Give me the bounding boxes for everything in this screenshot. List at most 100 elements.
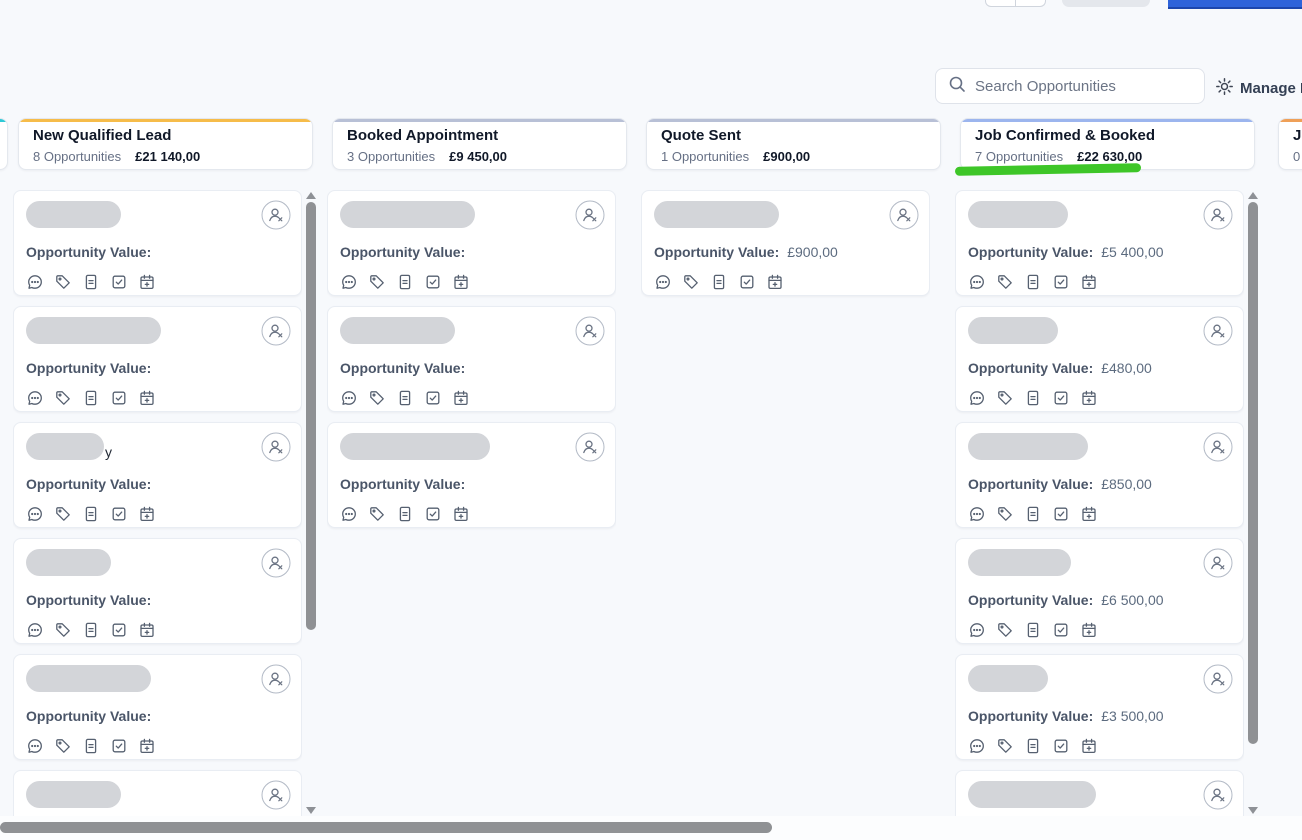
check-square-icon[interactable] — [1052, 737, 1070, 755]
user-x-icon[interactable] — [1203, 200, 1233, 230]
scroll-up-arrow-icon[interactable] — [1248, 192, 1258, 199]
calendar-plus-icon[interactable] — [138, 273, 156, 291]
user-x-icon[interactable] — [1203, 316, 1233, 346]
search-input[interactable] — [975, 78, 1192, 95]
user-x-icon[interactable] — [261, 432, 291, 462]
scroll-up-arrow-icon[interactable] — [306, 192, 316, 199]
check-square-icon[interactable] — [110, 273, 128, 291]
tag-icon[interactable] — [996, 621, 1014, 639]
user-x-icon[interactable] — [261, 780, 291, 810]
check-square-icon[interactable] — [424, 505, 442, 523]
user-x-icon[interactable] — [261, 664, 291, 694]
user-x-icon[interactable] — [261, 316, 291, 346]
calendar-plus-icon[interactable] — [138, 621, 156, 639]
check-square-icon[interactable] — [1052, 621, 1070, 639]
file-text-icon[interactable] — [396, 273, 414, 291]
message-icon[interactable] — [26, 737, 44, 755]
tag-icon[interactable] — [368, 505, 386, 523]
tag-icon[interactable] — [368, 389, 386, 407]
tag-icon[interactable] — [54, 621, 72, 639]
user-x-icon[interactable] — [575, 200, 605, 230]
calendar-plus-icon[interactable] — [1080, 273, 1098, 291]
check-square-icon[interactable] — [110, 505, 128, 523]
user-x-icon[interactable] — [889, 200, 919, 230]
calendar-plus-icon[interactable] — [766, 273, 784, 291]
partial-gray-button[interactable] — [1062, 0, 1150, 7]
column-scrollbar-thumb[interactable] — [1248, 202, 1258, 744]
calendar-plus-icon[interactable] — [138, 737, 156, 755]
check-square-icon[interactable] — [424, 389, 442, 407]
opportunity-card[interactable]: Opportunity Value: — [13, 538, 302, 644]
opportunity-card[interactable]: Opportunity Value: — [327, 306, 616, 412]
file-text-icon[interactable] — [396, 389, 414, 407]
search-opportunities-box[interactable] — [935, 68, 1205, 104]
check-square-icon[interactable] — [424, 273, 442, 291]
message-icon[interactable] — [968, 737, 986, 755]
tag-icon[interactable] — [54, 737, 72, 755]
column-header[interactable]: Booked Appointment 3 Opportunities£9 450… — [332, 118, 627, 170]
check-square-icon[interactable] — [110, 389, 128, 407]
calendar-plus-icon[interactable] — [1080, 621, 1098, 639]
file-text-icon[interactable] — [82, 273, 100, 291]
tag-icon[interactable] — [682, 273, 700, 291]
partial-split-button[interactable] — [985, 0, 1046, 7]
file-text-icon[interactable] — [1024, 621, 1042, 639]
opportunity-card[interactable]: Opportunity Value:£5 400,00 — [955, 190, 1244, 296]
column-scrollbar-thumb[interactable] — [306, 202, 316, 630]
scroll-down-arrow-icon[interactable] — [306, 807, 316, 814]
user-x-icon[interactable] — [1203, 548, 1233, 578]
file-text-icon[interactable] — [1024, 273, 1042, 291]
check-square-icon[interactable] — [738, 273, 756, 291]
opportunity-card[interactable]: Opportunity Value: — [327, 422, 616, 528]
message-icon[interactable] — [26, 621, 44, 639]
calendar-plus-icon[interactable] — [138, 389, 156, 407]
calendar-plus-icon[interactable] — [1080, 389, 1098, 407]
user-x-icon[interactable] — [575, 432, 605, 462]
column-scrollbar[interactable] — [1247, 190, 1259, 816]
file-text-icon[interactable] — [1024, 389, 1042, 407]
tag-icon[interactable] — [54, 389, 72, 407]
column-header[interactable] — [0, 118, 8, 170]
column-header[interactable]: Job 0 Op — [1278, 118, 1302, 170]
tag-icon[interactable] — [996, 389, 1014, 407]
user-x-icon[interactable] — [1203, 664, 1233, 694]
check-square-icon[interactable] — [110, 621, 128, 639]
check-square-icon[interactable] — [1052, 389, 1070, 407]
user-x-icon[interactable] — [575, 316, 605, 346]
message-icon[interactable] — [654, 273, 672, 291]
tag-icon[interactable] — [996, 273, 1014, 291]
calendar-plus-icon[interactable] — [1080, 737, 1098, 755]
user-x-icon[interactable] — [1203, 780, 1233, 810]
check-square-icon[interactable] — [1052, 273, 1070, 291]
opportunity-card[interactable]: Opportunity Value:£900,00 — [641, 190, 930, 296]
message-icon[interactable] — [968, 621, 986, 639]
message-icon[interactable] — [340, 505, 358, 523]
file-text-icon[interactable] — [82, 737, 100, 755]
scroll-down-arrow-icon[interactable] — [1248, 807, 1258, 814]
column-header[interactable]: Quote Sent 1 Opportunities£900,00 — [646, 118, 941, 170]
opportunity-card[interactable]: Opportunity Value:£3 500,00 — [955, 654, 1244, 760]
opportunity-card[interactable]: Opportunity Value: — [327, 190, 616, 296]
opportunity-card[interactable]: Opportunity Value:£480,00 — [955, 306, 1244, 412]
tag-icon[interactable] — [54, 505, 72, 523]
file-text-icon[interactable] — [396, 505, 414, 523]
check-square-icon[interactable] — [1052, 505, 1070, 523]
message-icon[interactable] — [26, 389, 44, 407]
message-icon[interactable] — [26, 273, 44, 291]
opportunity-card[interactable]: Opportunity Value: — [13, 190, 302, 296]
file-text-icon[interactable] — [710, 273, 728, 291]
file-text-icon[interactable] — [1024, 505, 1042, 523]
horizontal-scrollbar-track[interactable] — [0, 816, 1302, 840]
opportunity-card[interactable]: Opportunity Value: — [13, 654, 302, 760]
opportunity-card[interactable]: Opportunity Value:£6 500,00 — [955, 538, 1244, 644]
tag-icon[interactable] — [996, 737, 1014, 755]
partial-blue-button[interactable] — [1168, 0, 1302, 9]
tag-icon[interactable] — [368, 273, 386, 291]
calendar-plus-icon[interactable] — [452, 389, 470, 407]
message-icon[interactable] — [968, 273, 986, 291]
message-icon[interactable] — [968, 505, 986, 523]
manage-fields-button[interactable]: Manage F — [1215, 77, 1302, 100]
check-square-icon[interactable] — [110, 737, 128, 755]
calendar-plus-icon[interactable] — [452, 273, 470, 291]
tag-icon[interactable] — [54, 273, 72, 291]
